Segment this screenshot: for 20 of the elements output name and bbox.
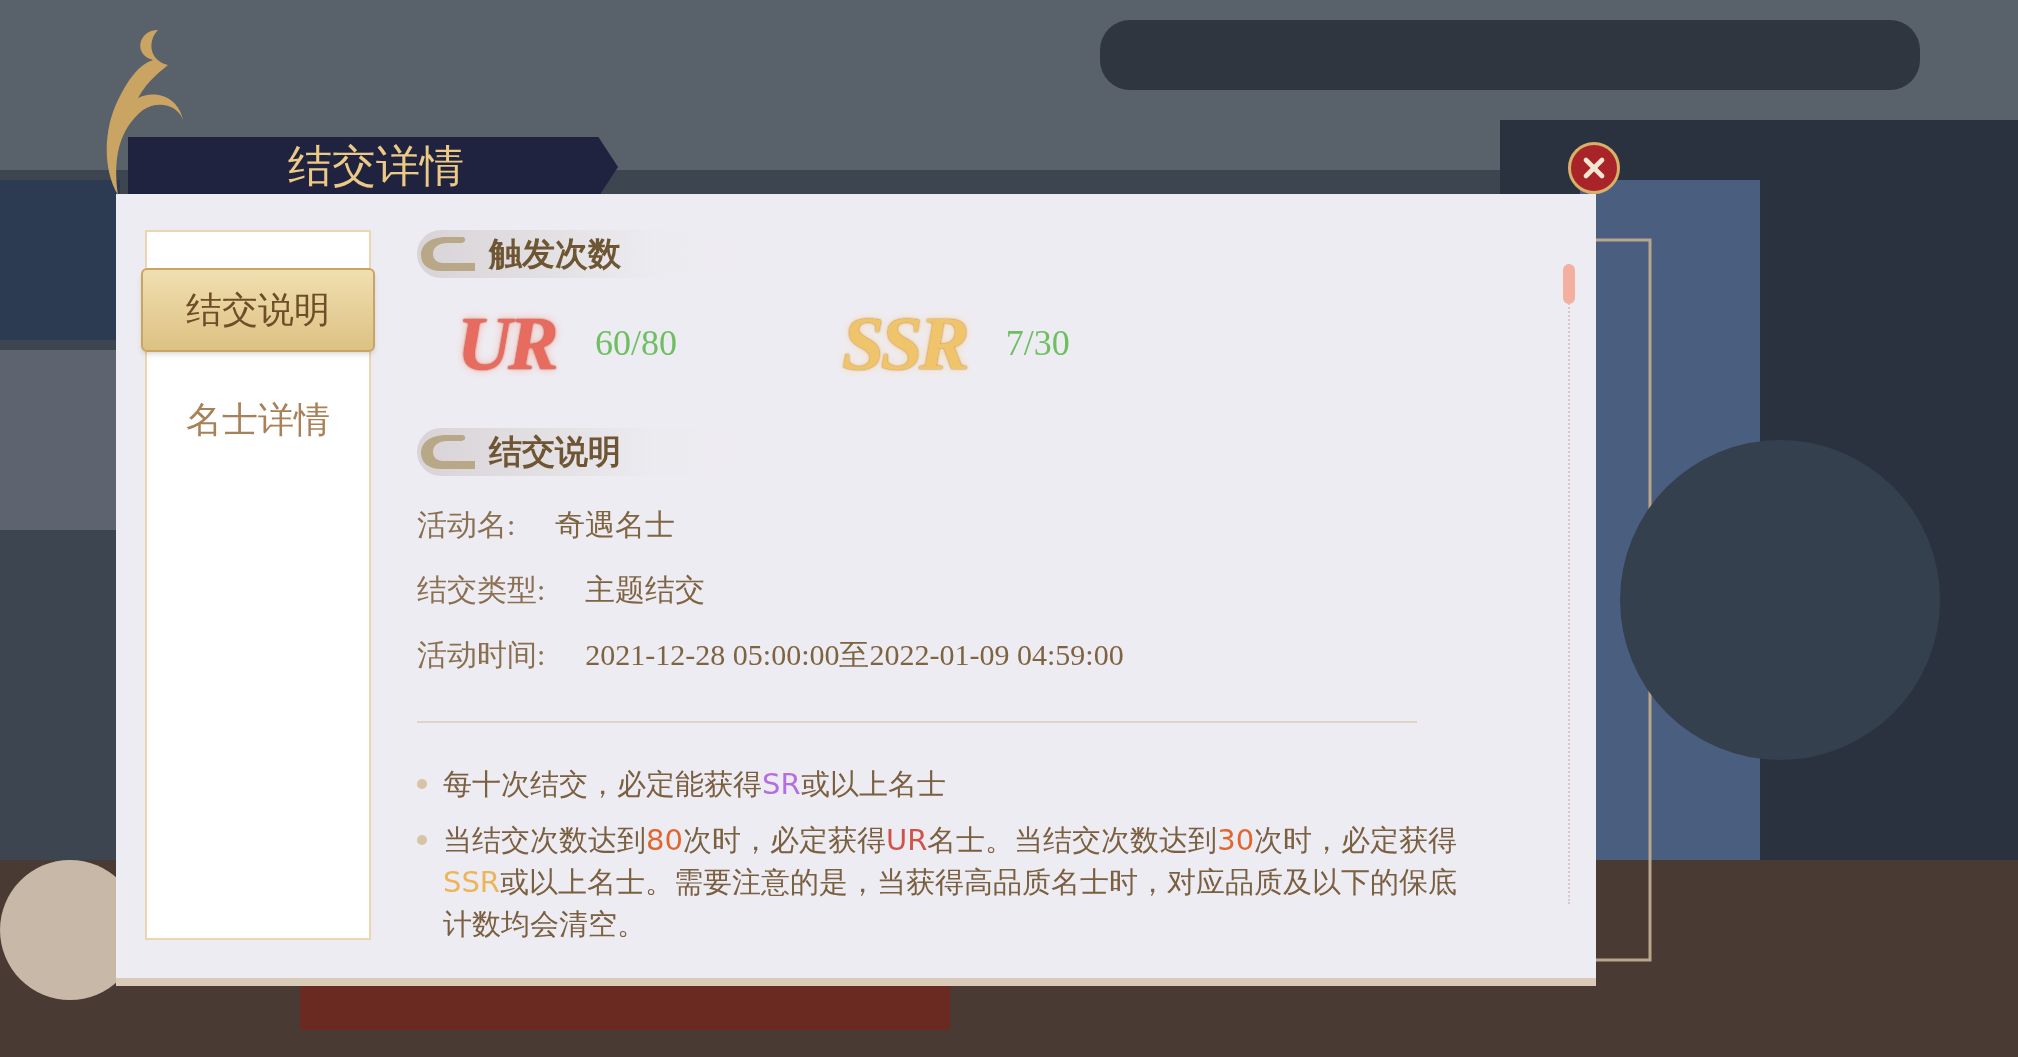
field-label: 结交类型:: [417, 572, 546, 608]
rule-text: 当结交次数达到80次时，必定获得UR名士。当结交次数达到30次时，必定获得 SSR或以上名士。需要注意的是，当获得高品质名士时，对应品质及以下的保底计数均会清空。: [443, 822, 1459, 942]
tab[interactable]: 名士详情: [145, 390, 371, 450]
section-title: 结交说明: [489, 435, 621, 469]
counter-value: 7/30: [1005, 322, 1070, 365]
field-label: 活动时间:: [417, 637, 546, 673]
field-value: 主题结交: [585, 572, 706, 608]
scroll-thumb[interactable]: [1563, 264, 1575, 304]
rule-text: 每十次结交，必定能获得SR或以上名士: [443, 766, 947, 803]
rarity-label: SSR: [842, 305, 966, 381]
section-title: 触发次数: [489, 237, 621, 271]
rarity-label: UR: [457, 305, 555, 381]
counter-value: 60/80: [595, 322, 677, 365]
bullet-icon: [417, 779, 427, 789]
field-value: 奇遇名士: [555, 507, 676, 543]
dialog-title: 结交详情: [288, 145, 464, 189]
field-label: 活动名:: [417, 507, 516, 543]
field-value: 2021-12-28 05:00:00至2022-01-09 04:59:00: [585, 637, 1124, 673]
bullet-icon: [417, 835, 427, 845]
tab[interactable]: 结交说明: [141, 268, 375, 352]
